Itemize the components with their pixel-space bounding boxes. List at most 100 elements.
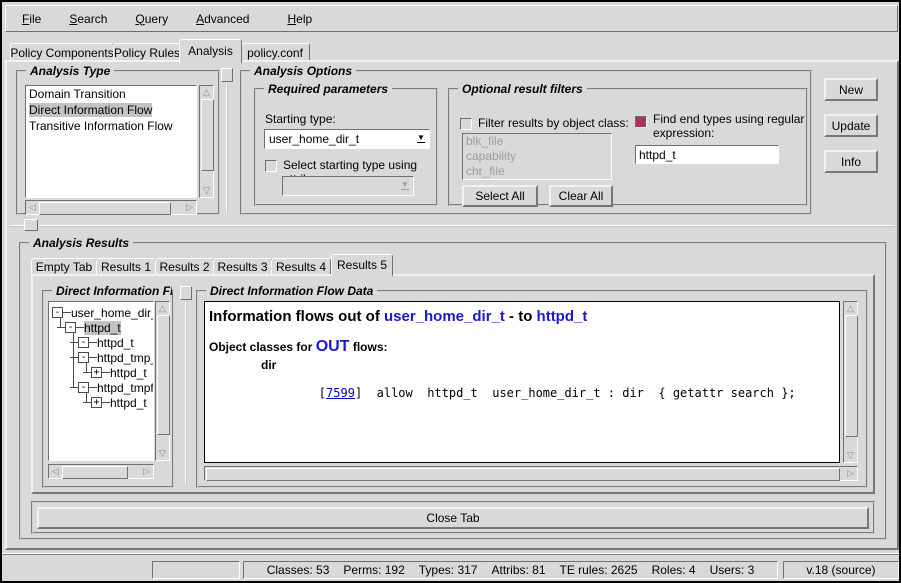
scroll-left-icon[interactable]: ◁ xyxy=(26,201,39,214)
new-button-label: New xyxy=(839,83,863,97)
scroll-left-icon[interactable]: ◁ xyxy=(49,465,62,478)
analysis-options-title: Analysis Options xyxy=(250,64,356,78)
scroll-thumb[interactable] xyxy=(39,202,171,215)
tree-node[interactable]: -httpd_t xyxy=(57,320,153,335)
scroll-up-icon[interactable]: △ xyxy=(844,302,857,315)
tree-toggle-icon[interactable]: - xyxy=(78,337,89,348)
close-tab-button[interactable]: Close Tab xyxy=(37,507,869,529)
tree-node-label[interactable]: httpd_t xyxy=(110,366,147,380)
regex-input[interactable] xyxy=(635,145,779,164)
tree-node-label[interactable]: user_home_dir_t xyxy=(71,306,154,320)
scroll-down-icon[interactable]: ▽ xyxy=(200,184,213,197)
tree-node-label[interactable]: httpd_t xyxy=(110,396,147,410)
flow-data-vscroll[interactable]: △ ▽ xyxy=(843,301,858,463)
tree-toggle-icon[interactable]: - xyxy=(65,322,76,333)
menu-file[interactable]: File xyxy=(12,9,51,29)
chevron-down-icon[interactable]: ▼ xyxy=(413,130,429,148)
starting-type-combobox[interactable]: user_home_dir_t ▼ xyxy=(264,129,430,149)
scroll-thumb[interactable] xyxy=(201,99,214,171)
chevron-down-icon: ▼ xyxy=(397,177,413,195)
tree-toggle-icon[interactable]: - xyxy=(78,382,89,393)
horizontal-sash-handle[interactable] xyxy=(24,219,38,231)
optional-filters-title: Optional result filters xyxy=(458,82,587,96)
optional-filters-group: Optional result filters Filter results b… xyxy=(448,88,808,206)
menu-search[interactable]: Search xyxy=(59,9,117,29)
flow-tree-vscroll[interactable]: △ ▽ xyxy=(155,301,170,461)
regex-checkbox-row[interactable]: Find end types using regular expression: xyxy=(635,112,804,140)
select-all-label: Select All xyxy=(475,189,524,203)
tree-toggle-icon[interactable]: + xyxy=(91,397,102,408)
menu-advanced-rest: dvanced xyxy=(204,12,249,26)
analysis-type-item-label: Domain Transition xyxy=(29,87,126,101)
menu-search-rest: earch xyxy=(77,12,107,26)
tree-node[interactable]: + httpd_t xyxy=(83,395,153,410)
scroll-up-icon[interactable]: △ xyxy=(156,302,169,315)
statusbar-stats-panel: Classes: 53 Perms: 192 Types: 317 Attrib… xyxy=(243,561,778,579)
scroll-thumb[interactable] xyxy=(206,468,840,481)
menu-query[interactable]: Query xyxy=(125,9,178,29)
flow-tree-canvas[interactable]: -user_home_dir_t -httpd_t -httpd_t -http… xyxy=(48,301,154,461)
menu-query-key: Q xyxy=(135,12,144,26)
tree-node-label[interactable]: httpd_tmp_t xyxy=(97,351,154,365)
results-tab-5-active[interactable]: Results 5 xyxy=(331,254,393,277)
scroll-thumb[interactable] xyxy=(845,315,858,437)
analysis-type-vscroll[interactable]: △ ▽ xyxy=(199,85,214,198)
scroll-right-icon[interactable]: ▷ xyxy=(140,465,153,478)
analysis-type-listbox[interactable]: Domain Transition Direct Information Flo… xyxy=(25,85,197,198)
analysis-type-item[interactable]: Transitive Information Flow xyxy=(26,118,196,134)
results-tab-3-label: Results 3 xyxy=(217,260,267,274)
tree-node[interactable]: -httpd_t xyxy=(70,335,153,350)
tab-analysis-active[interactable]: Analysis xyxy=(179,39,242,64)
scroll-right-icon[interactable]: ▷ xyxy=(183,201,196,214)
filter-object-class-checkbox[interactable] xyxy=(460,118,472,130)
scroll-right-icon[interactable]: ▷ xyxy=(844,467,857,480)
flow-data-hscroll[interactable]: ▷ xyxy=(204,466,858,481)
scroll-down-icon[interactable]: ▽ xyxy=(844,449,857,462)
tree-node-label[interactable]: httpd_tmpfs_t xyxy=(97,381,154,395)
results-tab-empty[interactable]: Empty Tab xyxy=(31,258,97,275)
rule-number-link[interactable]: 7599 xyxy=(326,386,355,400)
new-button[interactable]: New xyxy=(824,78,878,101)
tree-node[interactable]: -httpd_tmpfs_t xyxy=(70,380,153,395)
tree-node-label[interactable]: httpd_t xyxy=(97,336,134,350)
flow-tree-hscroll[interactable]: ◁ ▷ xyxy=(48,464,154,479)
menu-help[interactable]: Help xyxy=(277,9,322,29)
tree-node-label-selected[interactable]: httpd_t xyxy=(84,321,121,335)
select-all-button[interactable]: Select All xyxy=(462,185,538,207)
scroll-up-icon[interactable]: △ xyxy=(200,86,213,99)
results-tab-2[interactable]: Results 2 xyxy=(155,258,214,275)
update-button[interactable]: Update xyxy=(824,114,878,137)
tab-policy-rules-label: Policy Rules xyxy=(114,46,180,60)
results-sash-handle[interactable] xyxy=(180,286,192,300)
tree-node[interactable]: + httpd_t xyxy=(83,365,153,380)
scroll-thumb[interactable] xyxy=(62,466,128,479)
vertical-sash-handle[interactable] xyxy=(221,68,233,82)
info-button[interactable]: Info xyxy=(824,150,878,173)
analysis-type-hscroll[interactable]: ◁ ▷ xyxy=(25,200,197,215)
results-tab-4[interactable]: Results 4 xyxy=(271,258,331,275)
flow-data-textarea[interactable]: Information flows out of user_home_dir_t… xyxy=(204,301,840,463)
object-class-listbox-disabled: blk_file capability chr_file xyxy=(462,133,612,180)
regex-checkbox-checked[interactable] xyxy=(635,116,647,128)
menu-advanced[interactable]: Advanced xyxy=(186,9,259,29)
analysis-type-item[interactable]: Domain Transition xyxy=(26,86,196,102)
flow-tree-group: Direct Information Flow T -user_home_dir… xyxy=(42,290,174,488)
menu-file-rest: ile xyxy=(29,12,41,26)
scroll-thumb[interactable] xyxy=(157,315,170,435)
results-tab-3[interactable]: Results 3 xyxy=(213,258,272,275)
te-rule-line: [7599] allow httpd_t user_home_dir_t : d… xyxy=(261,372,839,414)
scroll-down-icon[interactable]: ▽ xyxy=(156,447,169,460)
starting-type-value: user_home_dir_t xyxy=(265,132,413,146)
menu-query-rest: uery xyxy=(145,12,168,26)
tree-toggle-icon[interactable]: - xyxy=(78,352,89,363)
tree-node[interactable]: -user_home_dir_t xyxy=(52,305,153,320)
filter-object-class-row[interactable]: Filter results by object class: xyxy=(460,116,629,130)
tree-toggle-icon[interactable]: + xyxy=(91,367,102,378)
tree-toggle-icon[interactable]: - xyxy=(52,307,63,318)
analysis-type-item[interactable]: Direct Information Flow xyxy=(26,102,196,118)
statusbar-version-panel: v.18 (source) xyxy=(783,561,899,579)
attrib-checkbox[interactable] xyxy=(265,160,277,172)
tree-node[interactable]: -httpd_tmp_t xyxy=(70,350,153,365)
results-tab-1[interactable]: Results 1 xyxy=(96,258,156,275)
clear-all-button[interactable]: Clear All xyxy=(549,185,613,207)
